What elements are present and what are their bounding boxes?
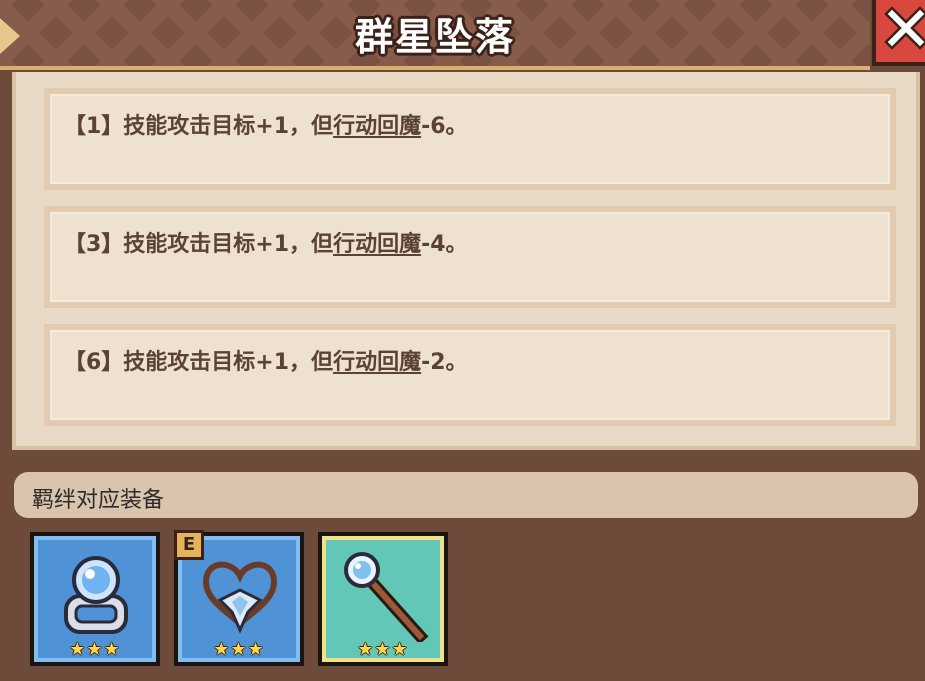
heart-necklace-icon	[202, 561, 278, 634]
effect-suffix: -6。	[421, 114, 468, 139]
effects-panel: 【1】技能攻击目标+1，但行动回魔-6。 【3】技能攻击目标+1，但行动回魔-4…	[12, 72, 920, 450]
effect-text: 【1】技能攻击目标+1，但行动回魔-6。	[64, 108, 468, 140]
effect-suffix: -2。	[421, 350, 468, 375]
effect-card: 【3】技能攻击目标+1，但行动回魔-4。	[44, 206, 896, 308]
effect-keyword-link[interactable]: 行动回魔	[333, 232, 421, 257]
equipment-slot-necklace[interactable]: E ★★★	[174, 530, 304, 666]
equipment-slot-ring[interactable]: ★★★	[30, 532, 160, 666]
dialog-title: 群星坠落	[354, 15, 515, 59]
effect-keyword-link[interactable]: 行动回魔	[333, 350, 421, 375]
equipment-slot-staff[interactable]: ★★★	[318, 532, 448, 666]
effect-text: 【3】技能攻击目标+1，但行动回魔-4。	[64, 226, 468, 258]
effect-suffix: -4。	[421, 232, 468, 257]
equipment-section-header: 羁绊对应装备	[14, 472, 918, 518]
title-bar: 群星坠落	[0, 0, 870, 70]
star-rating: ★★★	[357, 639, 409, 660]
effect-prefix: 【3】技能攻击目标+1，但	[64, 232, 334, 257]
close-icon	[884, 6, 925, 50]
star-rating: ★★★	[69, 639, 121, 660]
effect-text: 【6】技能攻击目标+1，但行动回魔-2。	[64, 344, 468, 376]
effect-prefix: 【6】技能攻击目标+1，但	[64, 350, 334, 375]
equipment-section-label: 羁绊对应装备	[32, 488, 165, 513]
effect-keyword-link[interactable]: 行动回魔	[333, 114, 421, 139]
dialog: 群星坠落 【1】技能攻击目标+1，但行动回魔-6。 【3】技能攻击目标+1，但行…	[0, 0, 925, 681]
star-rating: ★★★	[213, 639, 265, 660]
effect-card: 【6】技能攻击目标+1，但行动回魔-2。	[44, 324, 896, 426]
staff-icon	[344, 552, 429, 642]
effect-prefix: 【1】技能攻击目标+1，但	[64, 114, 334, 139]
close-button[interactable]	[872, 0, 925, 66]
effect-card: 【1】技能攻击目标+1，但行动回魔-6。	[44, 88, 896, 190]
ring-icon	[64, 556, 128, 634]
